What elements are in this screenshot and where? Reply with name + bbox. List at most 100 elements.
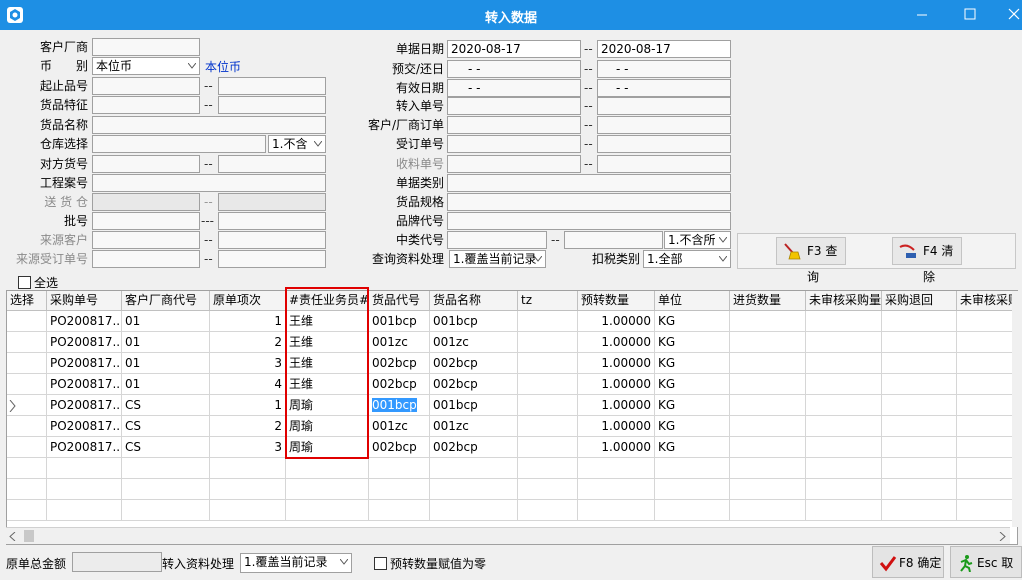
grid-cell-qty[interactable]: 1.00000 [578, 416, 655, 437]
grid-cell-empty[interactable] [122, 479, 210, 500]
item-name-field[interactable] [92, 116, 326, 134]
grid-cell-empty[interactable] [806, 332, 882, 353]
grid-cell-line[interactable]: 2 [210, 416, 286, 437]
ship-wh-from-field[interactable] [92, 193, 200, 211]
grid-cell-empty[interactable] [730, 458, 806, 479]
grid-cell-item_code[interactable]: 001zc [369, 332, 430, 353]
grid-cell-empty[interactable] [730, 416, 806, 437]
column-header[interactable]: 采购退回 [882, 291, 957, 311]
currency-select[interactable]: 本位币 [92, 57, 200, 75]
grid-cell-unit[interactable]: KG [655, 395, 730, 416]
grid-cell-empty[interactable] [578, 500, 655, 521]
customer-field[interactable] [92, 38, 200, 56]
src-cust-from-field[interactable] [92, 231, 200, 249]
confirm-button[interactable]: F8 确定 [872, 546, 944, 578]
grid-cell-empty[interactable] [369, 458, 430, 479]
grid-cell-empty[interactable] [430, 458, 518, 479]
grid-cell-empty[interactable] [730, 353, 806, 374]
src-cust-to-field[interactable] [218, 231, 326, 249]
column-header[interactable]: 采购单号 [47, 291, 122, 311]
grid-cell-empty[interactable] [882, 395, 957, 416]
grid-cell-empty[interactable] [806, 416, 882, 437]
grid-cell-item_code[interactable]: 002bcp [369, 353, 430, 374]
data-grid[interactable]: 选择 采购单号 客户厂商代号 原单项次 #责任业务员# 货品代号 货品名称 tz 预转数量 单位进… [6, 290, 1018, 545]
src-order-from-field[interactable] [92, 250, 200, 268]
grid-cell-empty[interactable] [730, 332, 806, 353]
grid-cell-empty[interactable] [957, 311, 1017, 332]
grid-cell-empty[interactable] [518, 479, 578, 500]
grid-cell-empty[interactable] [730, 395, 806, 416]
grid-cell-unit[interactable]: KG [655, 374, 730, 395]
grid-cell-empty[interactable] [957, 374, 1017, 395]
grid-cell-empty[interactable] [882, 500, 957, 521]
grid-cell-empty[interactable] [655, 479, 730, 500]
grid-cell-empty[interactable] [806, 437, 882, 458]
tax-type-select[interactable]: 1.全部 [643, 250, 731, 268]
grid-cell-line[interactable]: 3 [210, 353, 286, 374]
grid-cell-vendor[interactable]: CS [122, 437, 210, 458]
grid-cell-line[interactable]: 3 [210, 437, 286, 458]
warehouse-field[interactable] [92, 135, 266, 153]
grid-cell-empty[interactable] [578, 458, 655, 479]
grid-cell-empty[interactable] [882, 479, 957, 500]
feature-to-field[interactable] [218, 96, 326, 114]
grid-cell-item_name[interactable]: 001bcp [430, 311, 518, 332]
scroll-thumb[interactable] [24, 530, 34, 542]
grid-cell-empty[interactable] [882, 311, 957, 332]
grid-cell-item_code[interactable]: 001bcp [369, 395, 430, 416]
grid-cell-empty[interactable] [957, 458, 1017, 479]
grid-cell-empty[interactable] [430, 500, 518, 521]
grid-cell-empty[interactable] [122, 458, 210, 479]
vertical-scrollbar[interactable] [1012, 291, 1018, 527]
grid-cell-empty[interactable] [210, 500, 286, 521]
row-select-cell[interactable] [7, 416, 47, 437]
grid-cell-empty[interactable] [957, 353, 1017, 374]
grid-cell-vendor[interactable]: CS [122, 416, 210, 437]
counter-to-field[interactable] [218, 155, 326, 173]
grid-cell-empty[interactable] [806, 374, 882, 395]
horizontal-scrollbar[interactable] [6, 527, 1010, 544]
grid-cell-empty[interactable] [882, 332, 957, 353]
grid-cell-empty[interactable] [730, 437, 806, 458]
grid-cell-empty[interactable] [369, 500, 430, 521]
grid-cell-item_name[interactable]: 002bcp [430, 437, 518, 458]
clear-button[interactable]: F4 清除 [892, 237, 962, 284]
column-header[interactable]: #责任业务员# [286, 291, 369, 311]
column-header[interactable]: 未审核采购量 [806, 291, 882, 311]
grid-cell-item_name[interactable]: 001zc [430, 416, 518, 437]
grid-cell-empty[interactable] [730, 500, 806, 521]
grid-cell-empty[interactable] [730, 311, 806, 332]
delivery-to-field[interactable]: - - [597, 60, 731, 78]
warehouse-mode-select[interactable]: 1.不含 [268, 135, 326, 153]
doc-date-from-field[interactable]: 2020-08-17 [447, 40, 581, 58]
mid-class-to-field[interactable] [564, 231, 663, 249]
receipt-from-field[interactable] [447, 155, 581, 173]
column-header[interactable]: 未审核采购 [957, 291, 1017, 311]
grid-cell-empty[interactable] [806, 311, 882, 332]
sales-order-from-field[interactable] [447, 135, 581, 153]
src-order-to-field[interactable] [218, 250, 326, 268]
grid-cell-staff[interactable]: 周瑜 [286, 395, 369, 416]
close-icon[interactable] [994, 0, 1022, 30]
query-process-select[interactable]: 1.覆盖当前记录 [449, 250, 546, 268]
grid-cell-empty[interactable] [122, 500, 210, 521]
valid-from-field[interactable]: - - [447, 79, 581, 97]
maximize-icon[interactable] [950, 0, 990, 30]
grid-cell-empty[interactable] [47, 500, 122, 521]
row-select-cell[interactable] [7, 479, 47, 500]
mid-class-mode-select[interactable]: 1.不含所 [664, 231, 731, 249]
grid-cell-staff[interactable]: 王维 [286, 332, 369, 353]
grid-cell-empty[interactable] [806, 395, 882, 416]
grid-cell-empty[interactable] [882, 437, 957, 458]
grid-cell-qty[interactable]: 1.00000 [578, 332, 655, 353]
query-button[interactable]: F3 查询 [776, 237, 846, 284]
row-select-cell[interactable] [7, 458, 47, 479]
brand-field[interactable] [447, 212, 731, 230]
item-from-field[interactable] [92, 77, 200, 95]
grid-cell-staff[interactable]: 王维 [286, 311, 369, 332]
grid-cell-empty[interactable] [286, 458, 369, 479]
cancel-button[interactable]: Esc 取消 [950, 546, 1022, 578]
transfer-to-field[interactable] [597, 97, 731, 115]
grid-cell-unit[interactable]: KG [655, 311, 730, 332]
grid-cell-empty[interactable] [957, 437, 1017, 458]
